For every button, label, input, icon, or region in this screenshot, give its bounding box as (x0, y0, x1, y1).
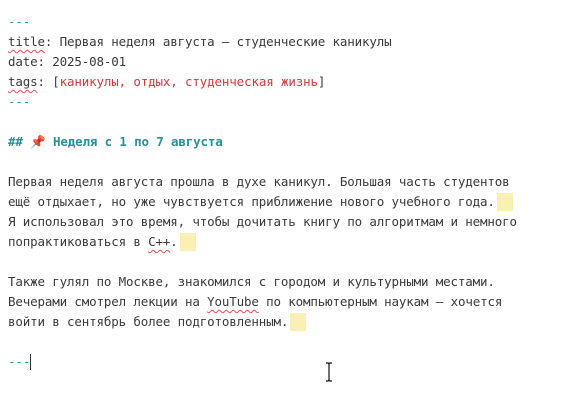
title-value: Первая неделя августа — студенческие кан… (59, 34, 392, 49)
frontmatter-close: --- (8, 92, 30, 112)
frontmatter-date-line: date: 2025-08-01 (8, 52, 126, 72)
paragraph-1-line-3-text: Я использовал это время, чтобы дочитать … (8, 214, 517, 229)
title-key: title (8, 34, 45, 49)
text-ibeam-cursor-icon (326, 362, 332, 382)
paragraph-2-line-1: Также гулял по Москве, знакомился с горо… (8, 272, 495, 292)
paragraph-1-line-4: попрактиковаться в C++. (8, 232, 196, 252)
title-colon: : (44, 34, 60, 49)
paragraph-2-line-1-text: Также гулял по Москве, знакомился с горо… (8, 274, 495, 289)
misspelled-word-youtube[interactable]: YouTube (207, 294, 259, 309)
tags-value: каникулы, отдых, студенческая жизнь (59, 74, 318, 89)
horizontal-rule-text: --- (8, 354, 31, 369)
horizontal-rule-line[interactable]: --- (8, 352, 32, 372)
paragraph-1-line-4-text: попрактиковаться в (8, 234, 149, 249)
paragraph-2-line-3-text: войти в сентябрь более подготовленным. (8, 314, 289, 329)
date-colon: : (37, 54, 53, 69)
paragraph-1-line-3: Я использовал это время, чтобы дочитать … (8, 212, 517, 232)
paragraph-2-line-2: Вечерами смотрел лекции на YouTube по ко… (8, 292, 502, 312)
paragraph-1-line-1-text: Первая неделя августа прошла в духе кани… (8, 174, 510, 189)
heading-text: Неделя с 1 по 7 августа (52, 134, 223, 149)
date-key: date (8, 54, 38, 69)
misspelled-word-cpp[interactable]: C++ (148, 234, 170, 249)
tags-close-bracket: ] (317, 74, 326, 89)
heading-marker: ## (8, 134, 23, 149)
date-value: 2025-08-01 (52, 54, 127, 69)
pushpin-icon: 📌 (30, 134, 46, 149)
tags-key: tags (8, 74, 38, 89)
trailing-space-marker (179, 232, 196, 251)
paragraph-1-line-2: ещё отдыхает, но уже чувствуется приближ… (8, 192, 513, 212)
frontmatter-close-text: --- (8, 94, 31, 109)
frontmatter-title-line: title: Первая неделя августа — студенчес… (8, 32, 392, 52)
section-heading: ## 📌 Неделя с 1 по 7 августа (8, 132, 223, 152)
paragraph-2-line-2-text: Вечерами смотрел лекции на (8, 294, 208, 309)
tags-colon: : (37, 74, 53, 89)
paragraph-1-line-4-end: . (170, 234, 178, 249)
paragraph-1-line-1: Первая неделя августа прошла в духе кани… (8, 172, 510, 192)
text-caret (30, 353, 32, 370)
trailing-space-marker (496, 192, 513, 211)
frontmatter-tags-line: tags: [каникулы, отдых, студенческая жиз… (8, 72, 325, 92)
frontmatter-open: --- (8, 12, 30, 32)
paragraph-1-line-2-text: ещё отдыхает, но уже чувствуется приближ… (8, 194, 495, 209)
markdown-editor[interactable]: --- title: Первая неделя августа — студе… (0, 0, 568, 405)
paragraph-2-line-2-end: по компьютерным наукам — хочется (258, 294, 503, 309)
tags-open-bracket: [ (52, 74, 60, 89)
trailing-space-marker (290, 312, 307, 331)
frontmatter-open-text: --- (8, 14, 31, 29)
paragraph-2-line-3: войти в сентябрь более подготовленным. (8, 312, 307, 332)
